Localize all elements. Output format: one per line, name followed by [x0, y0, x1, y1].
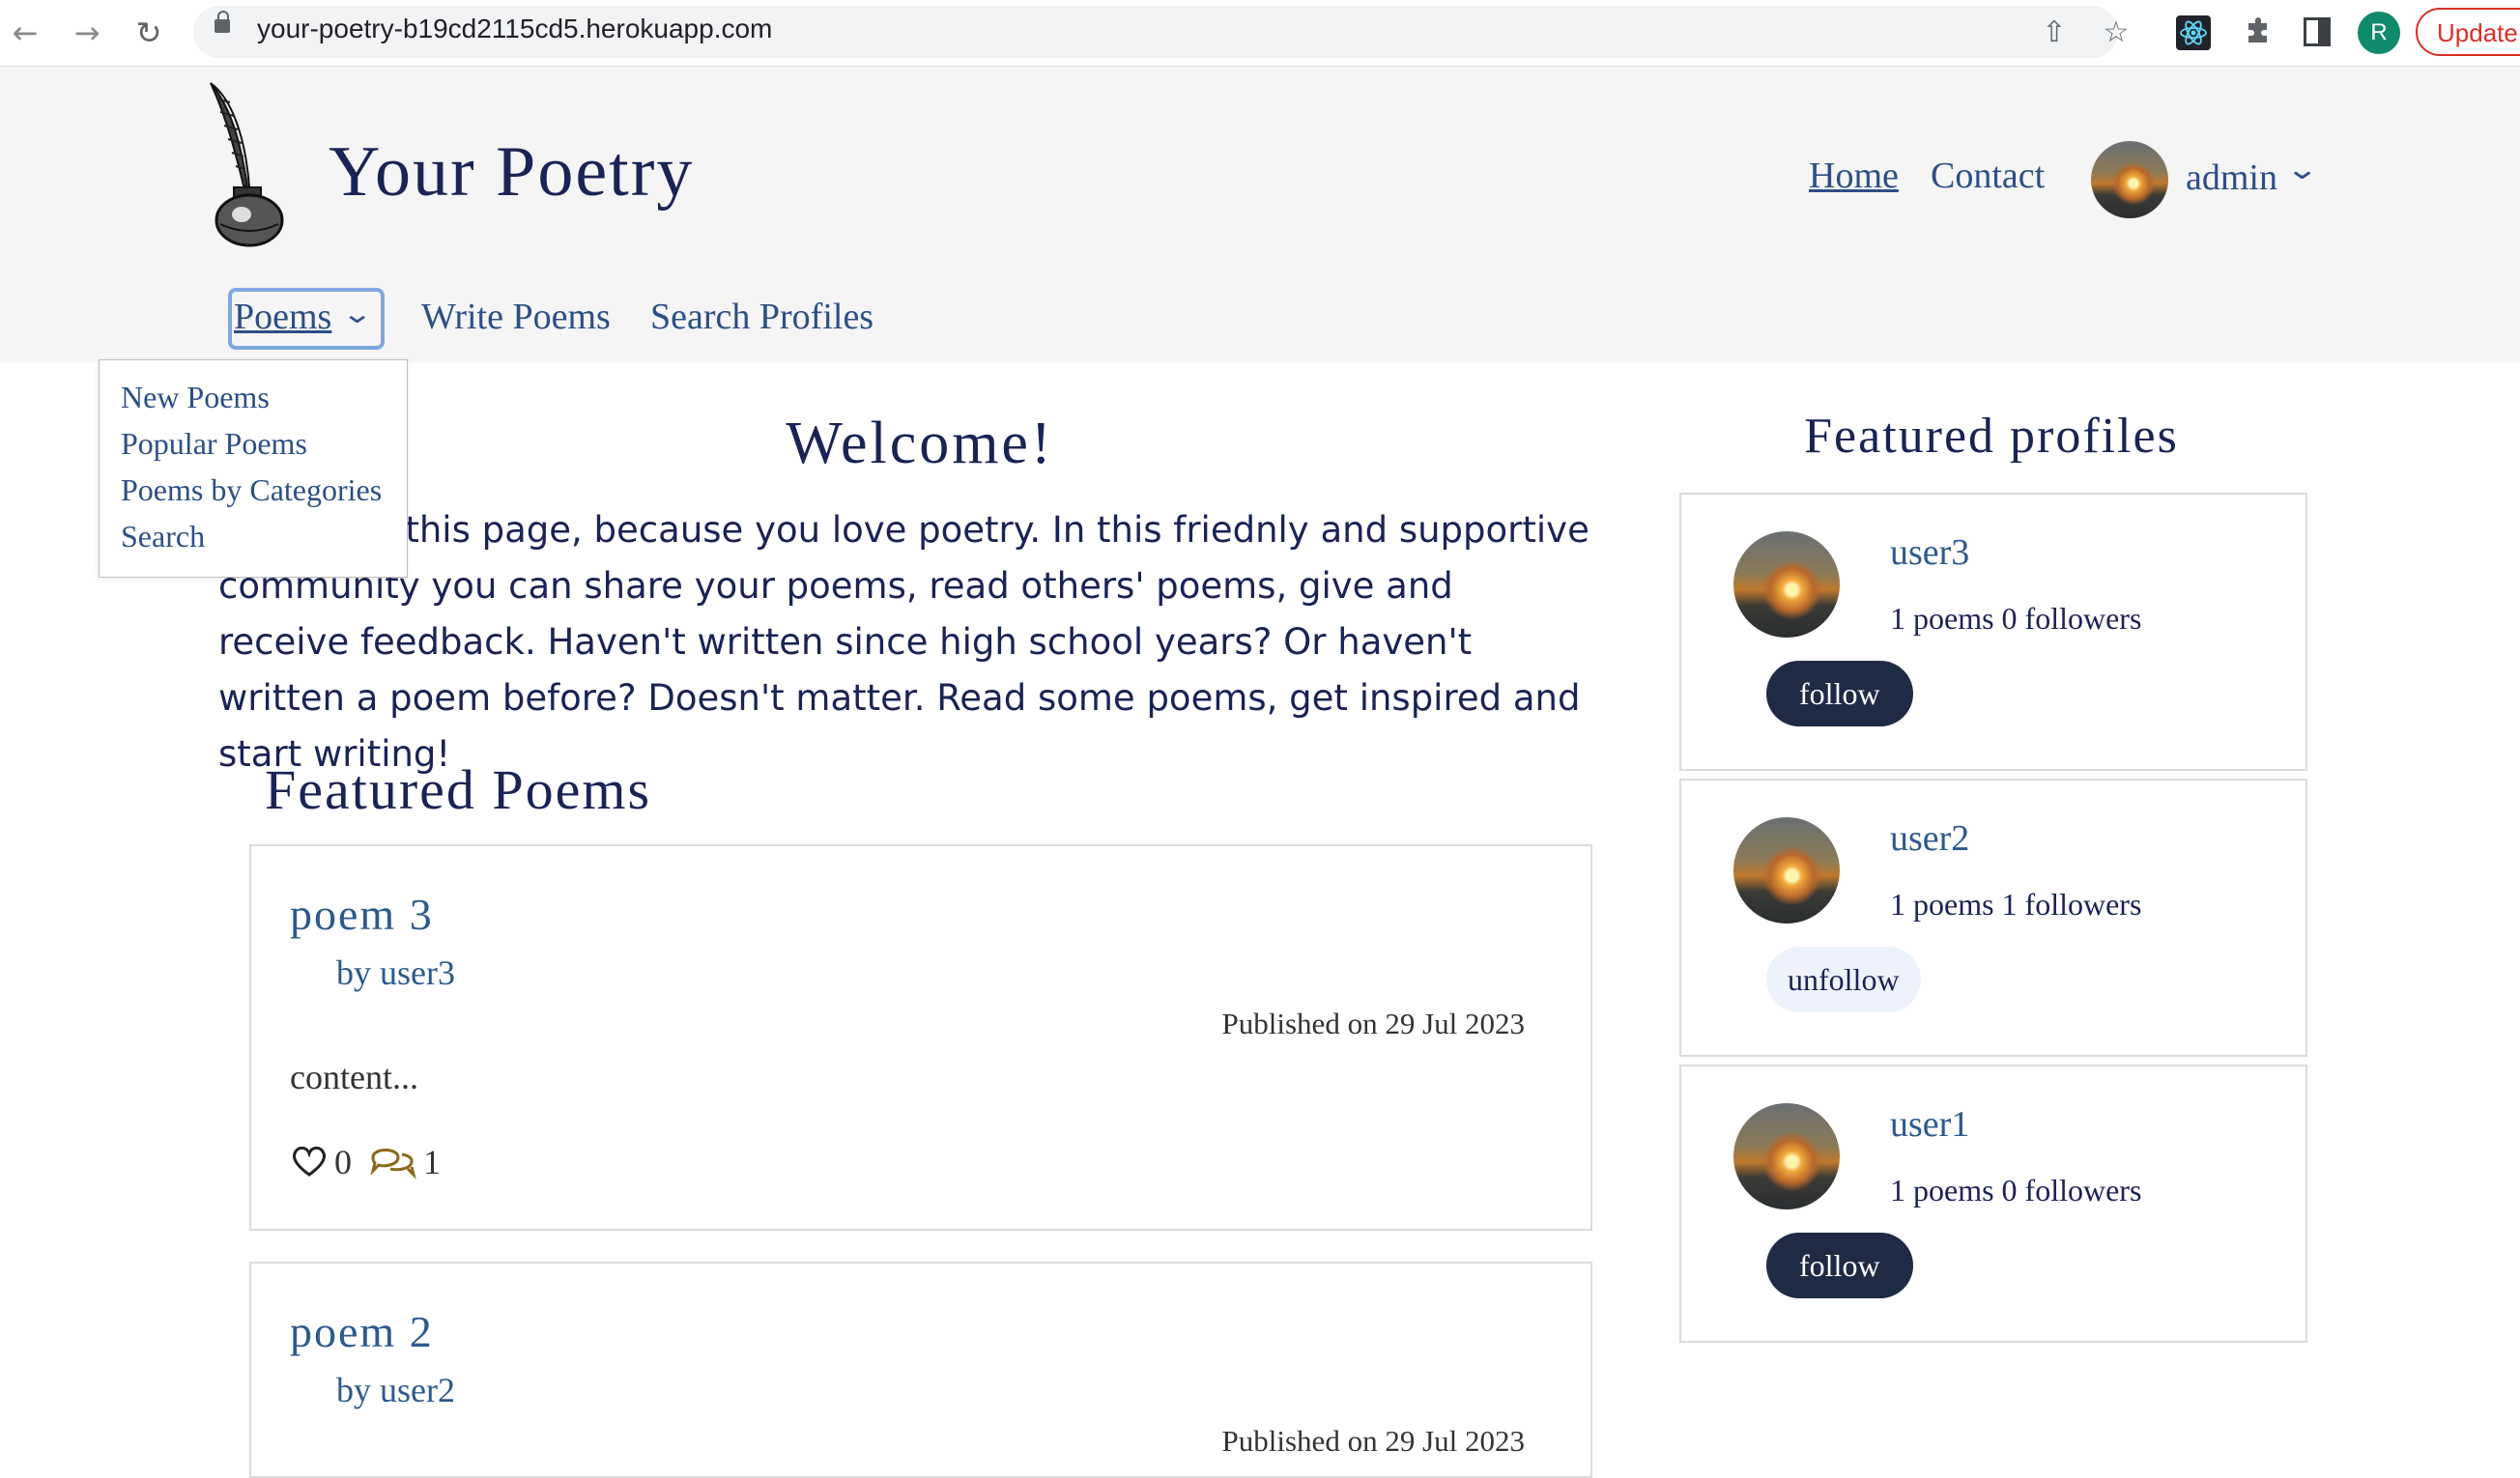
- site-brand[interactable]: Your Poetry: [329, 131, 694, 213]
- share-icon[interactable]: ⇧: [2035, 14, 2074, 52]
- chevron-down-icon[interactable]: ⌄: [2285, 153, 2319, 186]
- forward-icon[interactable]: →: [66, 12, 108, 54]
- poem-author[interactable]: by user2: [336, 1370, 455, 1410]
- dropdown-item-popular-poems[interactable]: Popular Poems: [121, 426, 307, 462]
- extensions-icon[interactable]: [2238, 14, 2277, 52]
- comments-icon[interactable]: [369, 1142, 417, 1180]
- profile-stats: 1 poems 0 followers: [1890, 601, 2142, 636]
- profile-card: user3 1 poems 0 followers follow: [1679, 493, 2307, 771]
- profile-avatar-image[interactable]: [1733, 1103, 1840, 1209]
- poem-content: content...: [290, 1058, 418, 1096]
- chevron-down-icon[interactable]: ⌄: [341, 298, 373, 329]
- poem-published-date: Published on 29 Jul 2023: [1221, 1424, 1525, 1458]
- nav-write-poems[interactable]: Write Poems: [421, 296, 611, 338]
- react-devtools-icon[interactable]: [2176, 15, 2211, 50]
- url-text[interactable]: your-poetry-b19cd2115cd5.herokuapp.com: [257, 14, 772, 44]
- profile-card: user2 1 poems 1 followers unfollow: [1679, 779, 2307, 1057]
- nav-contact-link[interactable]: Contact: [1931, 155, 2045, 197]
- poem-published-date: Published on 29 Jul 2023: [1221, 1007, 1525, 1040]
- heart-icon[interactable]: [290, 1142, 329, 1180]
- welcome-text: You found this page, because you love po…: [218, 509, 1589, 775]
- profile-avatar-image[interactable]: [1733, 531, 1840, 638]
- back-icon[interactable]: ←: [4, 12, 46, 54]
- star-icon[interactable]: ☆: [2097, 14, 2135, 52]
- profile-name[interactable]: user1: [1890, 1103, 1969, 1146]
- poem-card: poem 2 by user2 Published on 29 Jul 2023: [249, 1262, 1592, 1478]
- follow-button[interactable]: follow: [1766, 1233, 1913, 1298]
- follow-button[interactable]: follow: [1766, 661, 1913, 726]
- reload-icon[interactable]: ↻: [128, 12, 170, 54]
- profile-avatar[interactable]: R: [2358, 12, 2400, 54]
- comments-count: 1: [423, 1143, 441, 1181]
- dropdown-item-poems-by-categories[interactable]: Poems by Categories: [121, 472, 382, 508]
- nav-search-profiles[interactable]: Search Profiles: [650, 296, 873, 338]
- likes-count: 0: [334, 1143, 352, 1181]
- poem-author[interactable]: by user3: [336, 952, 455, 993]
- profile-avatar-image[interactable]: [1733, 817, 1840, 924]
- profile-name[interactable]: user3: [1890, 531, 1969, 574]
- lock-icon[interactable]: [215, 11, 230, 33]
- profile-name[interactable]: user2: [1890, 817, 1969, 860]
- unfollow-button[interactable]: unfollow: [1766, 947, 1921, 1012]
- update-button[interactable]: Update: [2416, 8, 2520, 56]
- poem-title[interactable]: poem 3: [290, 889, 434, 940]
- browser-toolbar: ← → ↻ your-poetry-b19cd2115cd5.herokuapp…: [0, 0, 2520, 67]
- profile-card: user1 1 poems 0 followers follow: [1679, 1065, 2307, 1343]
- profile-stats: 1 poems 1 followers: [1890, 887, 2142, 922]
- nav-user-menu[interactable]: admin: [2186, 156, 2277, 199]
- nav-home-link[interactable]: Home: [1809, 155, 1899, 197]
- quill-inkwell-logo: [203, 79, 300, 249]
- sidepanel-icon[interactable]: [2304, 17, 2331, 46]
- dropdown-item-search[interactable]: Search: [121, 519, 205, 554]
- user-avatar[interactable]: [2091, 141, 2168, 218]
- featured-profiles-title: Featured profiles: [1804, 409, 2179, 464]
- dropdown-item-new-poems[interactable]: New Poems: [121, 380, 270, 415]
- poems-dropdown-menu: New Poems Popular Poems Poems by Categor…: [99, 359, 408, 578]
- featured-poems-title: Featured Poems: [265, 758, 652, 821]
- poem-card: poem 3 by user3 Published on 29 Jul 2023…: [249, 844, 1592, 1231]
- profile-stats: 1 poems 0 followers: [1890, 1173, 2142, 1208]
- poem-title[interactable]: poem 2: [290, 1306, 434, 1357]
- nav-poems-label[interactable]: Poems: [234, 296, 331, 338]
